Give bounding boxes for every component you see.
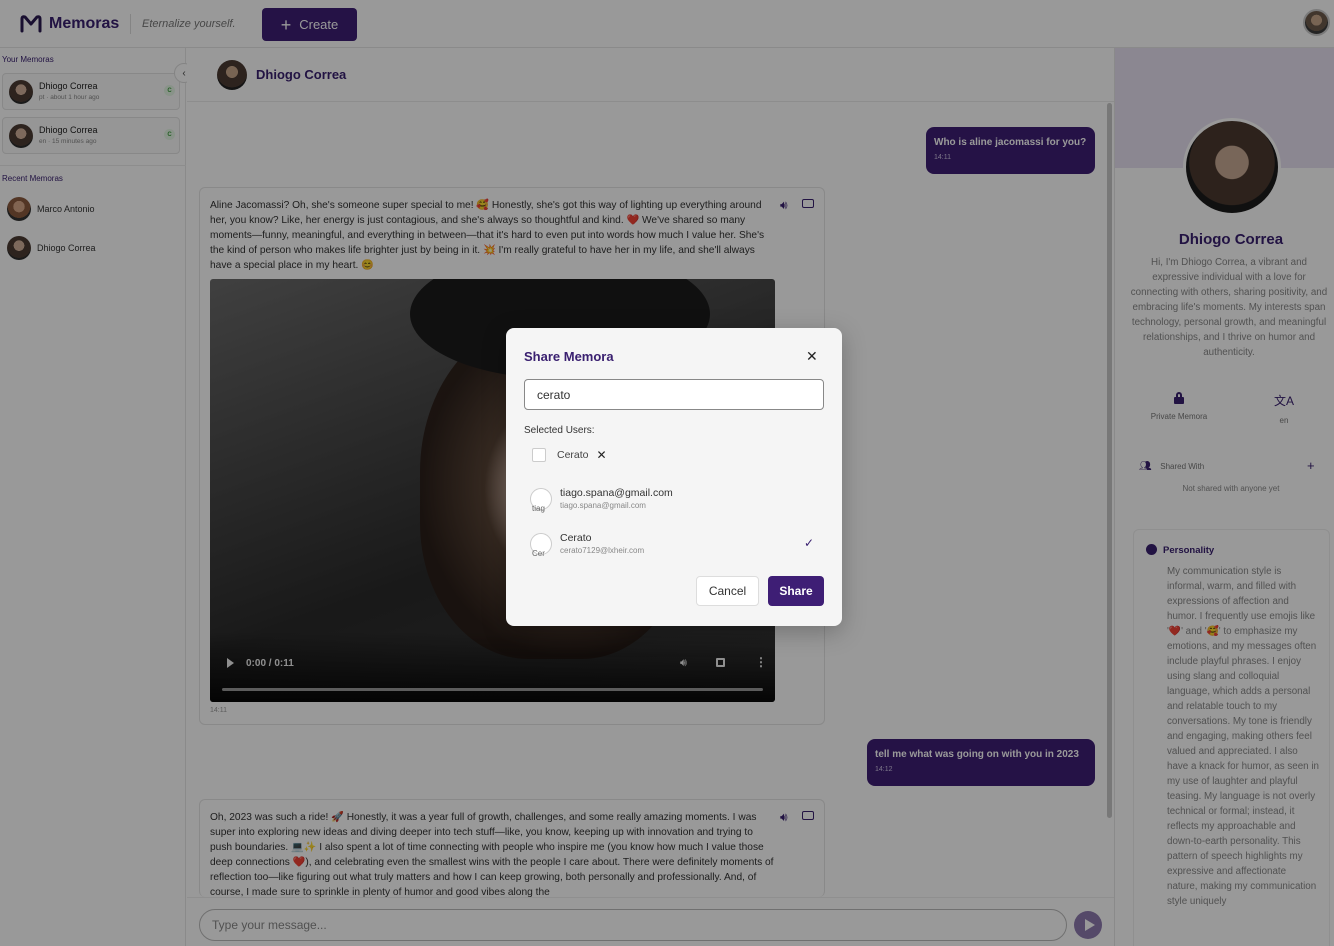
close-icon[interactable]: ✕ <box>806 348 818 365</box>
user-result-name: tiago.spana@gmail.com <box>560 487 673 499</box>
user-result-email: cerato7129@lxheir.com <box>560 546 645 555</box>
share-memora-modal: Share Memora ✕ Selected Users: Cerato ✕ … <box>506 328 842 626</box>
selected-user-chip: Cerato ✕ <box>532 446 607 464</box>
user-search-input[interactable] <box>524 379 824 410</box>
cancel-button[interactable]: Cancel <box>696 576 759 606</box>
share-button[interactable]: Share <box>768 576 824 606</box>
user-result-name: Cerato <box>560 532 592 544</box>
avatar-alt-text: tiag <box>532 504 545 513</box>
user-result-row[interactable]: tiag tiago.spana@gmail.com tiago.spana@g… <box>530 487 826 517</box>
avatar-alt-text: Cer <box>532 549 545 558</box>
checkmark-icon: ✓ <box>804 536 815 550</box>
user-result-row[interactable]: Cer Cerato cerato7129@lxheir.com ✓ <box>530 532 826 562</box>
user-result-email: tiago.spana@gmail.com <box>560 501 646 510</box>
chip-name: Cerato <box>557 449 589 461</box>
remove-user-icon[interactable]: ✕ <box>597 448 607 462</box>
chip-avatar <box>532 448 546 462</box>
selected-users-label: Selected Users: <box>524 425 595 436</box>
modal-title: Share Memora <box>524 349 614 364</box>
